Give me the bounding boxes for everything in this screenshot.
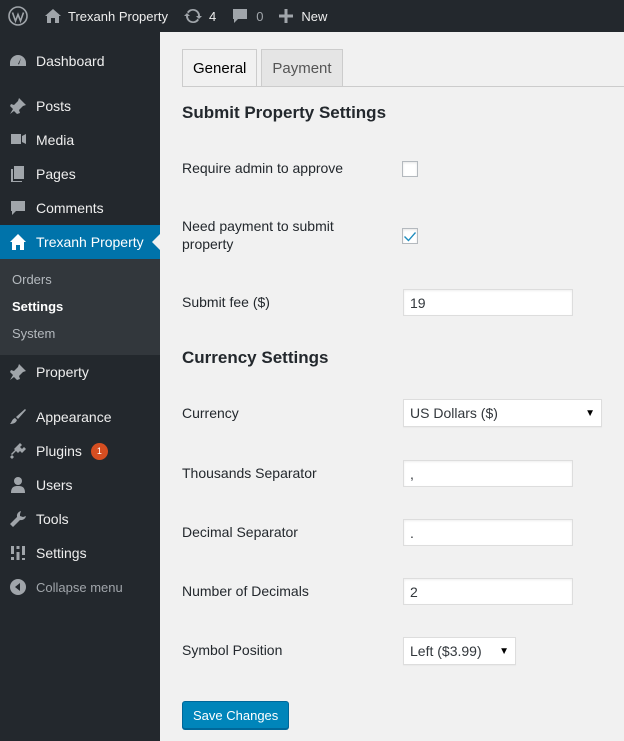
chevron-down-icon: ▼ <box>585 407 595 419</box>
menu-plugins[interactable]: Plugins 1 <box>0 434 160 468</box>
menu-trexanh-property[interactable]: Trexanh Property <box>0 225 160 259</box>
submit-fee-label: Submit fee ($) <box>182 294 270 310</box>
symbol-position-select[interactable]: Left ($3.99) ▼ <box>403 637 516 665</box>
site-name: Trexanh Property <box>68 8 168 24</box>
menu-dashboard[interactable]: Dashboard <box>0 44 160 78</box>
symbol-position-label: Symbol Position <box>182 642 283 658</box>
brush-icon <box>0 408 36 426</box>
home-icon <box>0 233 36 251</box>
media-icon <box>0 131 36 149</box>
menu-tools[interactable]: Tools <box>0 502 160 536</box>
number-of-decimals-input[interactable]: 2 <box>403 578 573 605</box>
new-label: New <box>301 8 328 24</box>
currency-select[interactable]: US Dollars ($) ▼ <box>403 399 602 427</box>
thousands-separator-label: Thousands Separator <box>182 465 317 481</box>
main-content: General Payment Submit Property Settings… <box>160 32 624 741</box>
comments-link[interactable]: 0 <box>224 0 271 32</box>
number-of-decimals-label: Number of Decimals <box>182 583 309 599</box>
menu-media[interactable]: Media <box>0 123 160 157</box>
require-admin-checkbox[interactable] <box>402 161 418 177</box>
tab-general[interactable]: General <box>182 49 258 87</box>
decimal-separator-input[interactable]: . <box>403 519 573 546</box>
submenu-system[interactable]: System <box>12 326 55 341</box>
user-icon <box>0 476 36 494</box>
plugins-update-badge: 1 <box>90 442 108 460</box>
plugin-icon <box>0 442 36 460</box>
submenu-orders[interactable]: Orders <box>12 272 52 287</box>
menu-pages[interactable]: Pages <box>0 157 160 191</box>
settings-tabs: General Payment <box>182 49 347 87</box>
checkmark-icon <box>404 232 416 242</box>
updates-link[interactable]: 4 <box>176 0 224 32</box>
home-icon <box>45 9 61 23</box>
chevron-down-icon: ▼ <box>499 645 509 657</box>
pin-icon <box>0 363 36 381</box>
updates-icon <box>183 8 202 24</box>
updates-count: 4 <box>208 8 217 24</box>
wordpress-logo-icon[interactable] <box>0 0 36 32</box>
thousands-separator-input[interactable]: , <box>403 460 573 487</box>
pages-icon <box>0 165 36 183</box>
collapse-arrow-icon <box>0 579 36 595</box>
new-content-link[interactable]: New <box>271 0 335 32</box>
sliders-icon <box>0 544 36 562</box>
comments-count: 0 <box>256 8 264 24</box>
menu-property[interactable]: Property <box>0 355 160 389</box>
collapse-menu-button[interactable]: Collapse menu <box>0 570 160 604</box>
submenu-settings[interactable]: Settings <box>12 299 63 314</box>
save-changes-button[interactable]: Save Changes <box>182 701 290 729</box>
admin-bar: Trexanh Property 4 0 New <box>0 0 624 32</box>
menu-settings[interactable]: Settings <box>0 536 160 570</box>
need-payment-label: Need payment to submit property <box>182 218 334 252</box>
dashboard-icon <box>0 52 36 70</box>
tab-payment[interactable]: Payment <box>261 49 343 87</box>
comment-icon <box>0 199 36 217</box>
section-title-currency: Currency Settings <box>182 348 329 367</box>
require-admin-label: Require admin to approve <box>182 160 344 176</box>
site-name-link[interactable]: Trexanh Property <box>36 0 176 32</box>
menu-posts[interactable]: Posts <box>0 89 160 123</box>
currency-label: Currency <box>182 405 239 421</box>
plus-icon <box>279 9 294 23</box>
tab-divider <box>182 86 624 87</box>
section-title-submit: Submit Property Settings <box>182 103 387 122</box>
menu-users[interactable]: Users <box>0 468 160 502</box>
submit-fee-input[interactable]: 19 <box>403 289 573 316</box>
comment-icon <box>233 9 248 23</box>
submenu-trexanh-property: Orders Settings System <box>0 259 160 355</box>
decimal-separator-label: Decimal Separator <box>182 524 298 540</box>
admin-sidebar: Dashboard Posts Media Pages Comments Tre… <box>0 32 160 741</box>
menu-comments[interactable]: Comments <box>0 191 160 225</box>
need-payment-checkbox[interactable] <box>402 228 418 244</box>
menu-appearance[interactable]: Appearance <box>0 400 160 434</box>
wrench-icon <box>0 510 36 528</box>
pin-icon <box>0 97 36 115</box>
